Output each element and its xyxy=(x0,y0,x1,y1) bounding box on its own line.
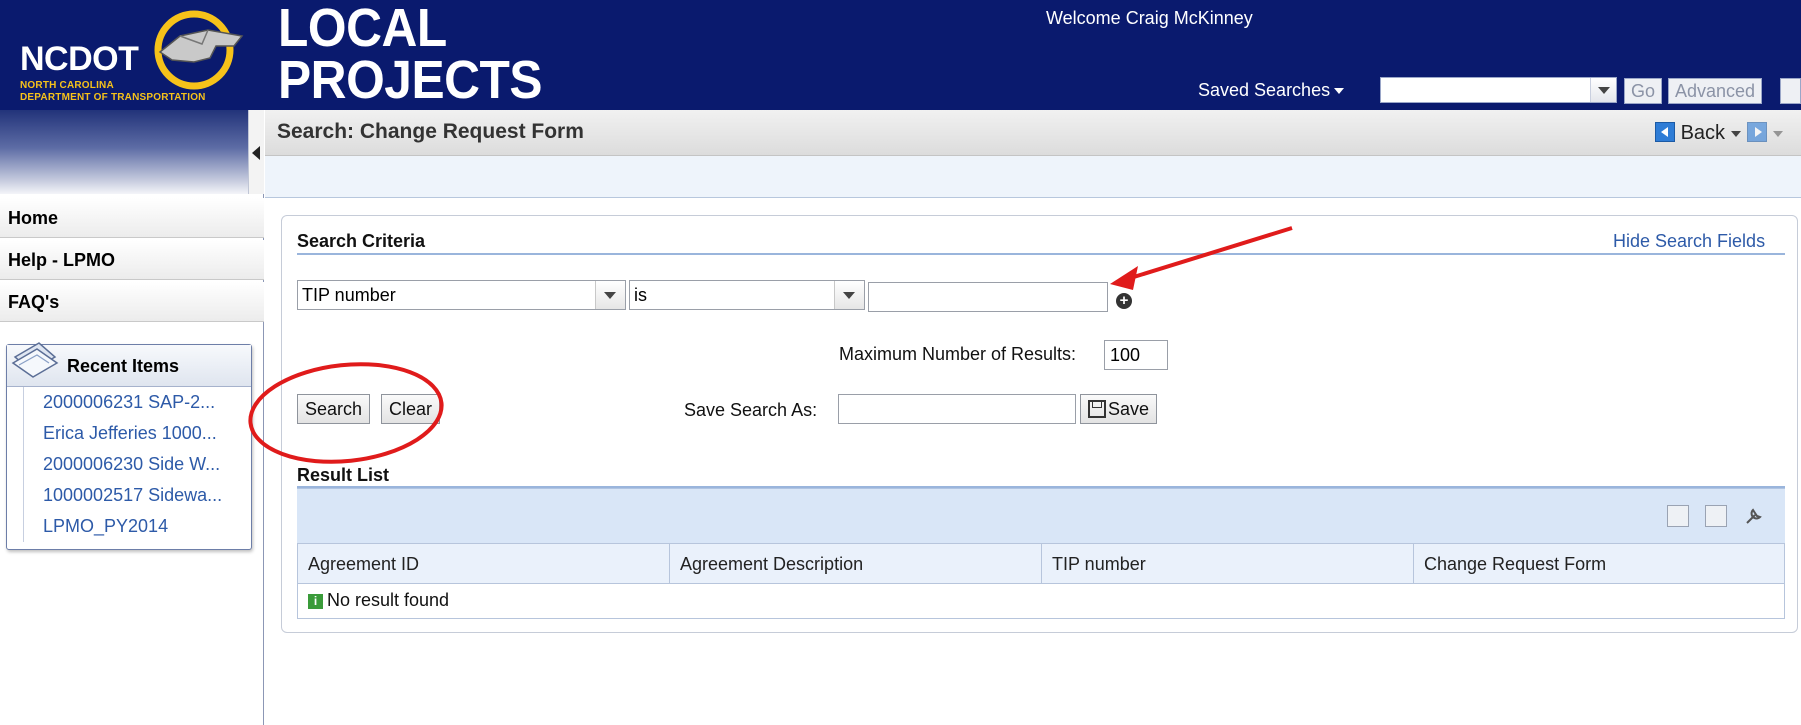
result-toolbar xyxy=(297,488,1785,543)
recent-items-icon xyxy=(11,342,59,378)
go-button[interactable]: Go xyxy=(1624,78,1663,104)
recent-items-header: Recent Items xyxy=(7,342,251,387)
forward-arrow-icon[interactable] xyxy=(1747,122,1768,142)
dropdown-button[interactable] xyxy=(834,281,864,309)
logo-name: NCDOT xyxy=(20,40,139,78)
save-icon xyxy=(1088,400,1106,418)
chevron-down-icon[interactable] xyxy=(1731,130,1742,137)
app-title: LOCAL PROJECTS xyxy=(278,0,543,110)
saved-searches-label: Saved Searches xyxy=(1198,80,1331,100)
search-button[interactable]: Search xyxy=(297,394,371,424)
column-header-agreement-id[interactable]: Agreement ID xyxy=(298,544,670,584)
page-title-bar: Search: Change Request Form Back xyxy=(265,110,1801,156)
app-header: NCDOT NORTH CAROLINA DEPARTMENT OF TRANS… xyxy=(0,0,1801,110)
recent-item[interactable]: 2000006231 SAP-2... xyxy=(7,387,251,418)
hide-search-fields-link[interactable]: Hide Search Fields xyxy=(1613,231,1765,252)
chevron-down-icon xyxy=(1334,88,1345,95)
search-criteria-title: Search Criteria xyxy=(297,231,426,251)
no-result-text: No result found xyxy=(327,590,450,610)
nav-faqs[interactable]: FAQ's xyxy=(0,282,264,322)
save-button-label: Save xyxy=(1108,399,1150,419)
max-results-input[interactable] xyxy=(1104,340,1168,370)
recent-items-title: Recent Items xyxy=(67,356,180,376)
nav-home[interactable]: Home xyxy=(0,198,264,238)
sidebar-collapse-toggle[interactable] xyxy=(248,110,264,194)
operator-select-value: is xyxy=(634,285,647,305)
field-select-value: TIP number xyxy=(302,285,396,305)
dropdown-button[interactable] xyxy=(1590,78,1616,102)
column-header-tip-number[interactable]: TIP number xyxy=(1042,544,1414,584)
section-divider xyxy=(297,253,1785,255)
trash-icon[interactable] xyxy=(1780,78,1801,104)
add-criteria-icon[interactable]: + xyxy=(1116,293,1132,309)
wrench-glyph xyxy=(1746,508,1762,524)
back-label[interactable]: Back xyxy=(1681,122,1725,144)
save-search-name-input[interactable] xyxy=(838,394,1076,424)
logo-subtitle-line1: NORTH CAROLINA xyxy=(20,80,114,91)
dropdown-button[interactable] xyxy=(595,281,625,309)
app-title-line2: PROJECTS xyxy=(278,50,543,110)
ncdot-logo[interactable]: NCDOT NORTH CAROLINA DEPARTMENT OF TRANS… xyxy=(0,0,262,110)
clear-button[interactable]: Clear xyxy=(381,394,441,424)
save-search-as-label: Save Search As: xyxy=(684,400,818,420)
empty-result-message: i No result found xyxy=(308,590,449,611)
collapse-left-icon xyxy=(252,146,260,160)
saved-searches-menu[interactable]: Saved Searches xyxy=(1198,80,1345,101)
logo-subtitle-line2: DEPARTMENT OF TRANSPORTATION xyxy=(20,92,206,103)
back-navigation[interactable]: Back xyxy=(1655,122,1789,145)
info-icon: i xyxy=(308,594,323,609)
advanced-button[interactable]: Advanced xyxy=(1668,78,1763,104)
chevron-down-icon xyxy=(604,292,616,299)
left-sidebar: Home Help - LPMO FAQ's Recent Items 2000… xyxy=(0,110,264,725)
sidebar-banner xyxy=(0,110,264,194)
operator-select[interactable]: is xyxy=(629,280,865,310)
nav-help-lpmo[interactable]: Help - LPMO xyxy=(0,240,264,280)
page-title: Search: Change Request Form xyxy=(277,120,584,143)
logo-subtitle: NORTH CAROLINA DEPARTMENT OF TRANSPORTAT… xyxy=(20,80,206,104)
field-select[interactable]: TIP number xyxy=(297,280,626,310)
export-spreadsheet-icon[interactable] xyxy=(1705,505,1727,527)
recent-item[interactable]: LPMO_PY2014 xyxy=(7,511,251,542)
welcome-text: Welcome Craig McKinney xyxy=(1046,8,1253,28)
chevron-down-icon[interactable] xyxy=(1773,130,1784,137)
recent-item[interactable]: Erica Jefferies 1000... xyxy=(7,418,251,449)
recent-items-panel: Recent Items 2000006231 SAP-2... Erica J… xyxy=(6,342,252,550)
wrench-settings-icon[interactable] xyxy=(1743,505,1765,527)
column-header-agreement-description[interactable]: Agreement Description xyxy=(670,544,1042,584)
result-table: Agreement ID Agreement Description TIP n… xyxy=(297,543,1785,619)
back-arrow-icon[interactable] xyxy=(1655,122,1675,142)
save-search-button[interactable]: Save xyxy=(1080,394,1158,424)
toolbar-strip xyxy=(265,156,1801,198)
chevron-down-icon xyxy=(843,292,855,299)
criteria-value-input[interactable] xyxy=(868,282,1108,312)
recent-item[interactable]: 1000002517 Sidewa... xyxy=(7,480,251,511)
max-results-label: Maximum Number of Results: xyxy=(839,344,1077,364)
result-list-title: Result List xyxy=(297,465,390,485)
saved-searches-select[interactable] xyxy=(1380,77,1617,103)
column-header-change-request-form[interactable]: Change Request Form xyxy=(1414,544,1784,584)
chevron-down-icon xyxy=(1598,87,1610,94)
chart-icon[interactable] xyxy=(1667,505,1689,527)
app-title-line1: LOCAL xyxy=(278,0,447,58)
recent-item[interactable]: 2000006230 Side W... xyxy=(7,449,251,480)
